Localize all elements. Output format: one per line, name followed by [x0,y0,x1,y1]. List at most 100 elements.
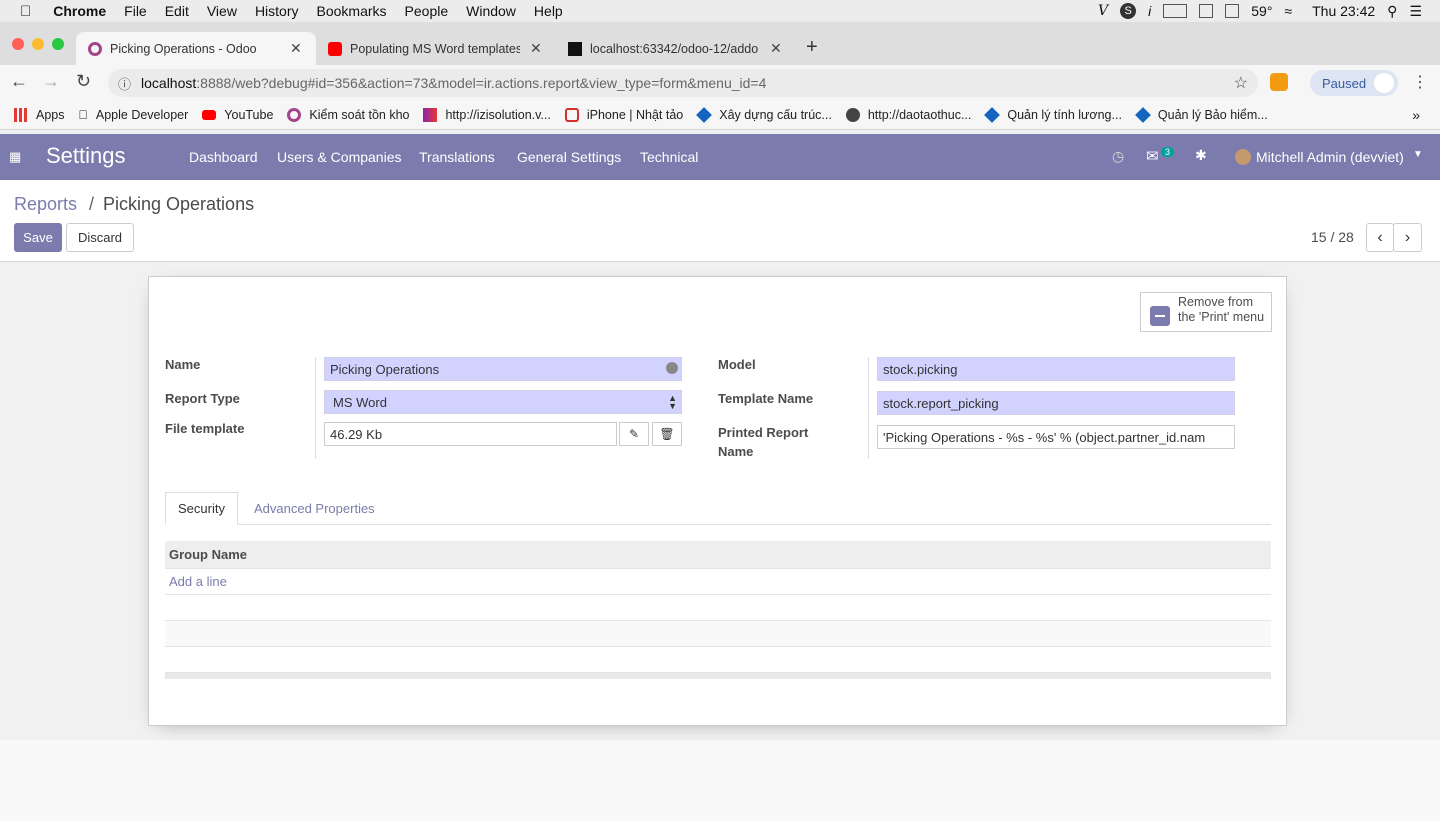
discard-button[interactable]: Discard [66,223,134,252]
jira-icon [1135,107,1151,123]
translate-globe-icon[interactable] [666,362,678,374]
network-meter-icon [1225,4,1240,18]
menu-file[interactable]: File [124,3,147,19]
bookmark-iphone[interactable]: iPhone | Nhật tảo [564,108,683,122]
apple-icon[interactable]:  [20,3,31,20]
new-tab-icon[interactable]: + [806,36,818,59]
tab-security[interactable]: Security [165,492,238,525]
browser-tab-localhost[interactable]: localhost:63342/odoo-12/addo ✕ [556,32,796,65]
remove-from-print-button[interactable]: Remove from the 'Print' menu [1140,292,1272,332]
table-footer [165,673,1271,679]
browser-tab-youtube[interactable]: Populating MS Word templates ✕ [316,32,556,65]
app-brand[interactable]: Settings [46,143,126,169]
address-bar[interactable]: ⓘ localhost:8888/web?debug#id=356&action… [108,69,1258,97]
bookmark-youtube[interactable]: YouTube [202,108,273,122]
odoo-icon [287,108,302,122]
window-zoom-button[interactable] [52,38,64,50]
bookmark-quan-ly-luong[interactable]: Quản lý tính lương... [984,107,1122,123]
menu-help[interactable]: Help [534,3,563,19]
odoo-favicon-icon [88,41,102,56]
model-input[interactable]: stock.picking [877,357,1235,381]
name-input[interactable]: Picking Operations [324,357,682,381]
reload-icon[interactable]: ↻ [76,71,91,92]
app-menu-chrome[interactable]: Chrome [53,3,106,19]
activity-clock-icon[interactable]: ◷ [1112,148,1124,165]
bookmark-label: Apps [36,108,65,122]
tab-title: localhost:63342/odoo-12/addo [590,41,759,56]
add-line-link[interactable]: Add a line [165,569,1271,595]
weather-temp[interactable]: 59° [1251,3,1272,19]
bookmark-izisolution[interactable]: http://izisolution.v... [423,108,551,122]
window-close-button[interactable] [12,38,24,50]
bookmark-apps[interactable]: Apps [14,108,65,122]
user-menu[interactable]: Mitchell Admin (devviet) [1256,149,1404,165]
name-label: Name [165,357,201,372]
chat-bubble-icon[interactable]: ✉ [1146,147,1159,165]
delete-trash-icon[interactable]: 🗑 [652,422,682,446]
report-type-select[interactable]: MS Word ▲ ▼ [324,390,682,414]
vietnamese-input-icon[interactable]: V [1098,3,1108,19]
menu-edit[interactable]: Edit [165,3,189,19]
menu-people[interactable]: People [405,3,449,19]
file-template-value: 46.29 Kb [330,426,383,442]
bookmark-label: Quản lý Bảo hiểm... [1148,108,1268,122]
edit-pencil-icon[interactable]: ✎ [619,422,649,446]
template-name-value: stock.report_picking [883,395,999,411]
back-arrow-icon[interactable]: ← [10,71,28,92]
nhattao-icon [564,108,579,122]
model-label: Model [718,357,756,372]
menu-dashboard[interactable]: Dashboard [189,149,258,165]
forward-arrow-icon[interactable]: → [42,71,60,92]
caret-down-icon[interactable]: ▼ [1413,149,1423,160]
file-template-input[interactable]: 46.29 Kb [324,422,617,446]
bookmark-apple-developer[interactable]: Apple Developer [79,108,189,122]
bookmark-daotaothuc[interactable]: http://daotaothuc... [845,108,971,122]
url-path: :8888/web?debug#id=356&action=73&model=i… [196,75,767,91]
profile-paused-button[interactable]: Paused [1310,70,1398,96]
table-header-group-name[interactable]: Group Name [165,541,1271,569]
tab-advanced-properties[interactable]: Advanced Properties [242,492,387,525]
skype-icon[interactable]: S [1120,3,1137,19]
bookmarks-overflow-icon[interactable]: » [1412,107,1420,123]
breadcrumb-reports[interactable]: Reports [14,194,77,215]
user-avatar[interactable] [1235,149,1251,165]
browser-menu-icon[interactable]: ⋮ [1412,72,1428,92]
printed-report-name-input[interactable]: 'Picking Operations - %s - %s' % (object… [877,425,1235,449]
wifi-icon[interactable]: ≈ [1284,3,1292,19]
pager-previous-icon[interactable]: ‹ [1366,223,1394,252]
close-tab-icon[interactable]: ✕ [770,40,782,57]
template-name-input[interactable]: stock.report_picking [877,391,1235,415]
save-button[interactable]: Save [14,223,62,252]
notification-center-icon[interactable]: ☰ [1409,3,1422,20]
bookmark-kiem-soat[interactable]: Kiểm soát tồn kho [287,108,409,122]
close-tab-icon[interactable]: ✕ [530,40,542,57]
browser-tab-odoo[interactable]: Picking Operations - Odoo ✕ [76,32,316,65]
bookmark-label: Kiểm soát tồn kho [300,108,409,122]
mac-status-area: V S i 59° ≈ Thu 23:42 ⚲ ☰ [1098,0,1422,22]
menu-bookmarks[interactable]: Bookmarks [317,3,387,19]
menu-general-settings[interactable]: General Settings [517,149,621,165]
menu-technical[interactable]: Technical [640,149,698,165]
menu-view[interactable]: View [207,3,237,19]
menu-window[interactable]: Window [466,3,516,19]
clock[interactable]: Thu 23:42 [1312,3,1375,19]
bookmark-xay-dung[interactable]: Xây dựng cấu trúc... [696,107,832,123]
close-tab-icon[interactable]: ✕ [290,40,302,57]
info-icon[interactable]: i [1148,3,1151,19]
debug-bug-icon[interactable]: ✱ [1195,147,1207,164]
spotlight-search-icon[interactable]: ⚲ [1387,3,1397,20]
menu-users-companies[interactable]: Users & Companies [277,149,402,165]
menu-translations[interactable]: Translations [419,149,495,165]
bookmark-star-icon[interactable]: ☆ [1234,73,1248,93]
extension-icon[interactable] [1270,73,1288,91]
odoo-main-navbar: ▦ Settings Dashboard Users & Companies T… [0,134,1440,180]
menu-history[interactable]: History [255,3,299,19]
window-minimize-button[interactable] [32,38,44,50]
pager-value[interactable]: 15 / 28 [1311,229,1354,245]
bookmark-quan-ly-bao-hiem[interactable]: Quản lý Bảo hiểm... [1135,107,1268,123]
jira-icon [984,107,1001,123]
apps-menu-icon[interactable]: ▦ [9,149,21,165]
breadcrumb-current: Picking Operations [103,194,255,214]
pager-next-icon[interactable]: › [1393,223,1422,252]
site-info-icon[interactable]: ⓘ [118,74,131,93]
